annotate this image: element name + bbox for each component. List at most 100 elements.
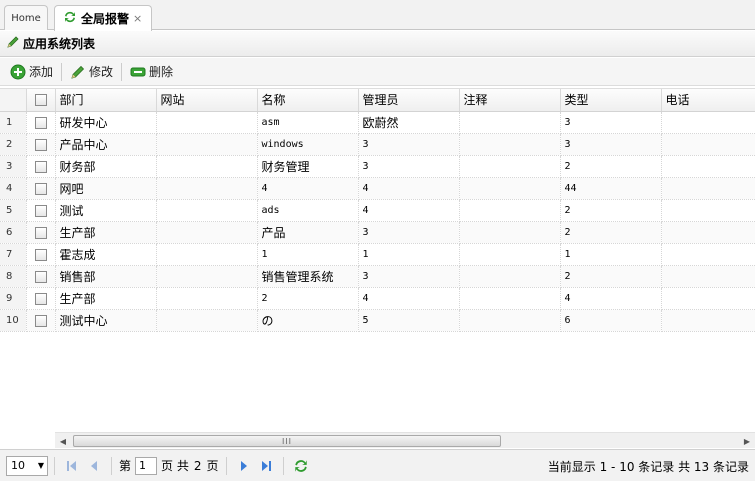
- pencil-icon: [6, 35, 20, 52]
- tab-home[interactable]: Home: [4, 5, 48, 30]
- prev-page-button[interactable]: [83, 455, 105, 477]
- toolbar-divider: [121, 62, 123, 81]
- table-row[interactable]: 2 产品中心 windows 3 3: [0, 133, 755, 156]
- scroll-left-arrow-icon[interactable]: ◀: [55, 433, 71, 449]
- tab-bar: Home 全局报警 ×: [0, 0, 755, 31]
- cell-type: 3: [560, 111, 662, 134]
- column-header-phone[interactable]: 电话: [661, 89, 755, 112]
- edit-button[interactable]: 修改: [66, 61, 117, 83]
- cell-phone: [661, 309, 755, 332]
- table-row[interactable]: 5 测试 ads 4 2: [0, 199, 755, 222]
- scroll-right-arrow-icon[interactable]: ▶: [739, 433, 755, 449]
- table-row[interactable]: 4 网吧 4 4 44: [0, 177, 755, 200]
- row-checkbox-cell[interactable]: [26, 265, 56, 288]
- cell-note: [459, 287, 561, 310]
- cell-note: [459, 177, 561, 200]
- page-label-of: 页 共: [161, 459, 189, 473]
- select-all-checkbox[interactable]: [34, 94, 47, 107]
- select-all-checkbox-cell[interactable]: [26, 89, 56, 112]
- pager-divider: [225, 456, 227, 475]
- pagination-info: 当前显示 1 - 10 条记录 共 13 条记录: [547, 460, 749, 474]
- close-icon[interactable]: ×: [133, 12, 142, 25]
- row-checkbox-cell[interactable]: [26, 133, 56, 156]
- column-header-type[interactable]: 类型: [560, 89, 662, 112]
- cell-type: 2: [560, 265, 662, 288]
- table-row[interactable]: 7 霍志成 1 1 1: [0, 243, 755, 266]
- horizontal-scrollbar[interactable]: ◀ III ▶: [55, 432, 755, 448]
- row-number: 2: [0, 133, 27, 156]
- pager-divider: [111, 456, 112, 475]
- page-label-prefix: 第: [119, 459, 132, 473]
- current-page-value: 1: [139, 459, 147, 472]
- cell-name: 1: [257, 243, 359, 266]
- data-grid: 部门 网站 名称 管理员 注释 类型 电话 1 研发中心 asm 欧蔚然 3 2…: [0, 88, 755, 432]
- cell-note: [459, 265, 561, 288]
- cell-name: 财务管理: [257, 155, 359, 178]
- pager-divider: [54, 456, 55, 475]
- last-page-button[interactable]: [255, 455, 277, 477]
- cell-phone: [661, 265, 755, 288]
- column-header-admin[interactable]: 管理员: [358, 89, 460, 112]
- row-checkbox-cell[interactable]: [26, 177, 56, 200]
- row-checkbox[interactable]: [34, 226, 47, 239]
- cell-site: [156, 155, 258, 178]
- column-header-name[interactable]: 名称: [257, 89, 359, 112]
- row-checkbox-cell[interactable]: [26, 111, 56, 134]
- cell-admin: 3: [358, 221, 460, 244]
- table-row[interactable]: 9 生产部 2 4 4: [0, 287, 755, 310]
- row-checkbox[interactable]: [34, 160, 47, 173]
- cell-phone: [661, 287, 755, 310]
- cell-dept: 产品中心: [55, 133, 157, 156]
- scrollbar-grip: III: [281, 436, 293, 446]
- add-button[interactable]: 添加: [6, 61, 57, 83]
- row-checkbox-cell[interactable]: [26, 221, 56, 244]
- cell-admin: 4: [358, 199, 460, 222]
- cell-admin: 4: [358, 287, 460, 310]
- cell-dept: 研发中心: [55, 111, 157, 134]
- row-number-header: [0, 89, 27, 112]
- cell-admin: 4: [358, 177, 460, 200]
- cell-phone: [661, 133, 755, 156]
- first-page-button[interactable]: [61, 455, 83, 477]
- delete-button[interactable]: 删除: [126, 61, 177, 83]
- row-checkbox[interactable]: [34, 292, 47, 305]
- cell-name: 销售管理系统: [257, 265, 359, 288]
- row-checkbox[interactable]: [34, 204, 47, 217]
- panel-title: 应用系统列表: [23, 37, 96, 51]
- row-checkbox[interactable]: [34, 270, 47, 283]
- row-checkbox[interactable]: [34, 182, 47, 195]
- column-header-note[interactable]: 注释: [459, 89, 561, 112]
- page-label-suffix: 页: [206, 459, 219, 473]
- cell-phone: [661, 199, 755, 222]
- row-checkbox-cell[interactable]: [26, 155, 56, 178]
- current-page-input[interactable]: 1: [135, 456, 158, 475]
- cell-phone: [661, 243, 755, 266]
- row-checkbox[interactable]: [34, 116, 47, 129]
- row-number: 4: [0, 177, 27, 200]
- page-size-select[interactable]: 10 ▼: [6, 455, 48, 476]
- cell-admin: 3: [358, 265, 460, 288]
- table-row[interactable]: 8 销售部 销售管理系统 3 2: [0, 265, 755, 288]
- row-number: 8: [0, 265, 27, 288]
- row-checkbox-cell[interactable]: [26, 243, 56, 266]
- row-checkbox[interactable]: [34, 248, 47, 261]
- row-checkbox[interactable]: [34, 314, 47, 327]
- row-checkbox-cell[interactable]: [26, 287, 56, 310]
- column-header-site[interactable]: 网站: [156, 89, 258, 112]
- cell-type: 2: [560, 199, 662, 222]
- row-checkbox[interactable]: [34, 138, 47, 151]
- cell-phone: [661, 111, 755, 134]
- table-row[interactable]: 1 研发中心 asm 欧蔚然 3: [0, 111, 755, 134]
- cell-type: 4: [560, 287, 662, 310]
- column-header-dept[interactable]: 部门: [55, 89, 157, 112]
- row-checkbox-cell[interactable]: [26, 309, 56, 332]
- table-row[interactable]: 10 测试中心 の 5 6: [0, 309, 755, 332]
- tab-global-alarm[interactable]: 全局报警 ×: [54, 5, 152, 31]
- next-page-button[interactable]: [233, 455, 255, 477]
- table-row[interactable]: 6 生产部 产品 3 2: [0, 221, 755, 244]
- cell-site: [156, 243, 258, 266]
- table-row[interactable]: 3 财务部 财务管理 3 2: [0, 155, 755, 178]
- scrollbar-thumb[interactable]: III: [73, 435, 501, 447]
- row-checkbox-cell[interactable]: [26, 199, 56, 222]
- refresh-button[interactable]: [290, 455, 312, 477]
